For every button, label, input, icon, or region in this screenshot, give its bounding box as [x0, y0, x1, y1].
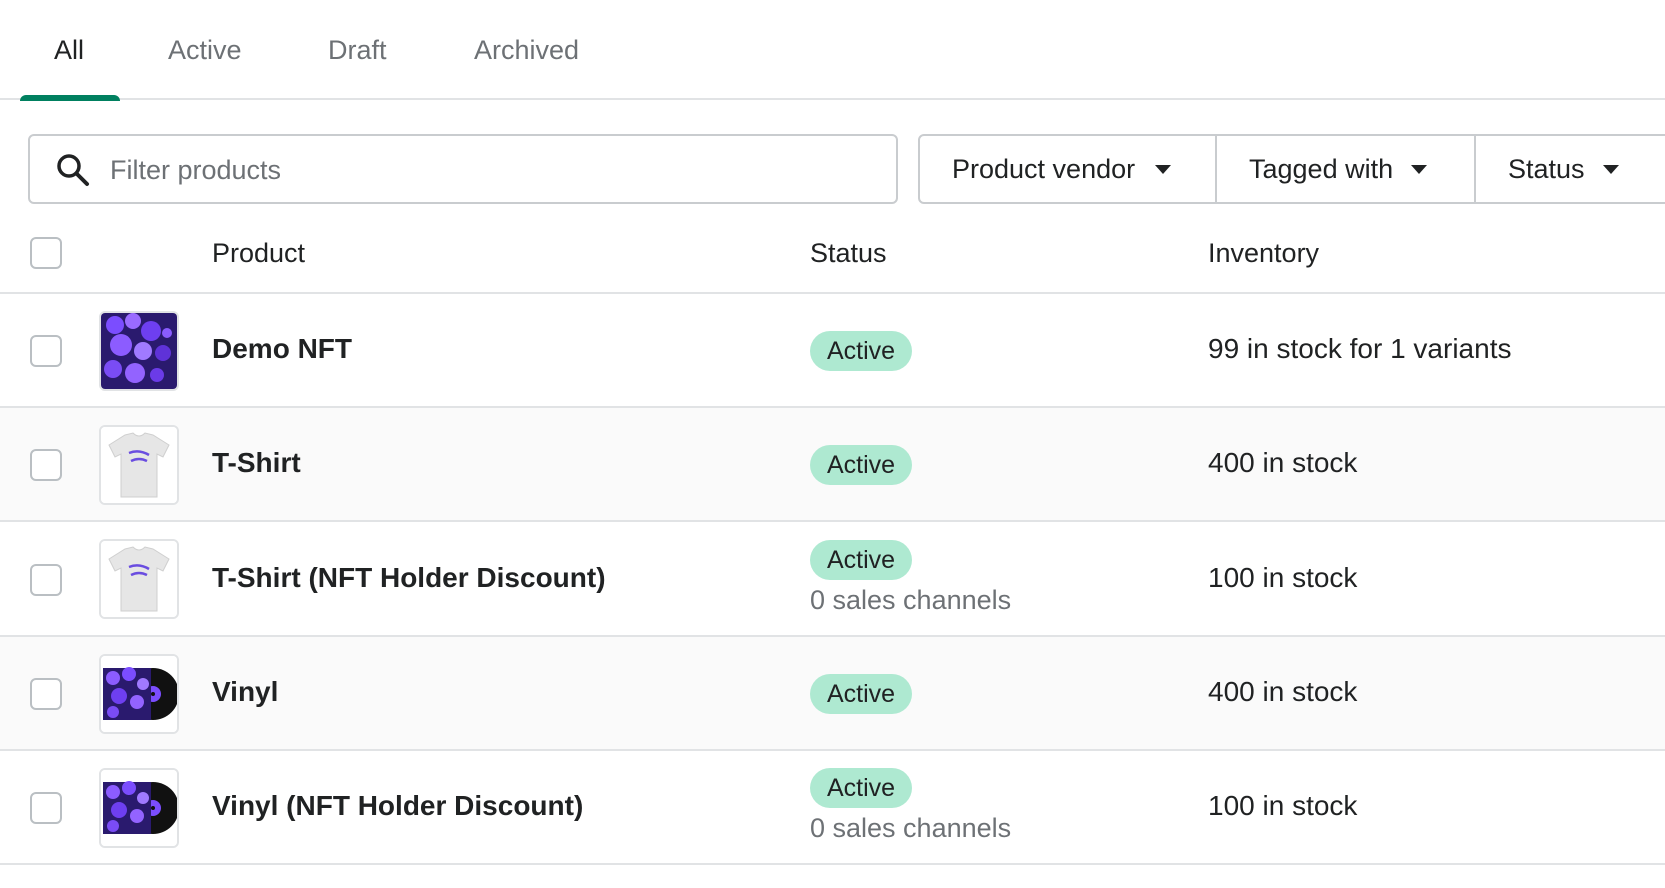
status-badge: Active [810, 331, 913, 371]
row-checkbox[interactable] [30, 564, 62, 596]
table-row[interactable]: T-Shirt Active 400 in stock [0, 408, 1665, 522]
tshirt-icon [99, 425, 179, 505]
column-header-status: Status [810, 238, 887, 268]
product-name[interactable]: T-Shirt (NFT Holder Discount) [212, 562, 606, 594]
products-page: All Active Draft Archived Product vendor… [0, 0, 1665, 888]
filter-label: Tagged with [1249, 153, 1394, 184]
select-all-checkbox[interactable] [30, 237, 62, 269]
selected-tab-indicator [20, 95, 120, 101]
status-badge: Active [810, 674, 913, 714]
inventory-text: 400 in stock [1208, 676, 1358, 707]
column-header-inventory: Inventory [1208, 238, 1320, 268]
inventory-text: 99 in stock for 1 variants [1208, 333, 1512, 364]
vinyl-record-icon [99, 654, 179, 734]
filter-label: Status [1508, 153, 1585, 184]
vinyl-record-icon [99, 768, 179, 848]
product-name[interactable]: T-Shirt [212, 447, 301, 479]
sales-channels-text: 0 sales channels [810, 813, 1012, 843]
search-icon [57, 154, 89, 186]
product-name[interactable]: Demo NFT [212, 333, 352, 365]
status-badge: Active [810, 540, 913, 580]
caret-down-icon [1602, 164, 1619, 174]
table-row[interactable]: Demo NFT Active 99 in stock for 1 varian… [0, 294, 1665, 408]
search-field[interactable] [28, 134, 898, 204]
tagged-with-filter-button[interactable]: Tagged with [1217, 134, 1476, 204]
tab-archived[interactable]: Archived [474, 0, 579, 100]
sales-channels-text: 0 sales channels [810, 585, 1012, 615]
status-badge: Active [810, 768, 913, 808]
product-name[interactable]: Vinyl (NFT Holder Discount) [212, 790, 583, 822]
tshirt-icon [99, 539, 179, 619]
tab-active[interactable]: Active [168, 0, 242, 100]
row-checkbox[interactable] [30, 335, 62, 367]
product-vendor-filter-button[interactable]: Product vendor [918, 134, 1217, 204]
filter-button-group: Product vendor Tagged with Status [918, 134, 1665, 204]
table-row[interactable]: Vinyl Active 400 in stock [0, 637, 1665, 751]
row-checkbox[interactable] [30, 792, 62, 824]
caret-down-icon [1155, 164, 1172, 174]
inventory-text: 100 in stock [1208, 790, 1358, 821]
status-badge: Active [810, 445, 913, 485]
inventory-text: 400 in stock [1208, 447, 1358, 478]
status-filter-button[interactable]: Status [1476, 134, 1665, 204]
table-row[interactable]: T-Shirt (NFT Holder Discount) Active 0 s… [0, 522, 1665, 637]
table-row[interactable]: Vinyl (NFT Holder Discount) Active 0 sal… [0, 751, 1665, 865]
tab-draft[interactable]: Draft [328, 0, 387, 100]
row-checkbox[interactable] [30, 678, 62, 710]
nft-art-icon [99, 311, 179, 391]
inventory-text: 100 in stock [1208, 562, 1358, 593]
tab-all[interactable]: All [54, 0, 84, 100]
product-name[interactable]: Vinyl [212, 676, 278, 708]
status-tabs: All Active Draft Archived [0, 0, 1665, 101]
filter-label: Product vendor [952, 153, 1136, 184]
caret-down-icon [1411, 164, 1428, 174]
search-input[interactable] [108, 144, 872, 196]
table-header: Product Status Inventory [0, 212, 1665, 294]
row-checkbox[interactable] [30, 449, 62, 481]
column-header-product: Product [212, 238, 306, 268]
